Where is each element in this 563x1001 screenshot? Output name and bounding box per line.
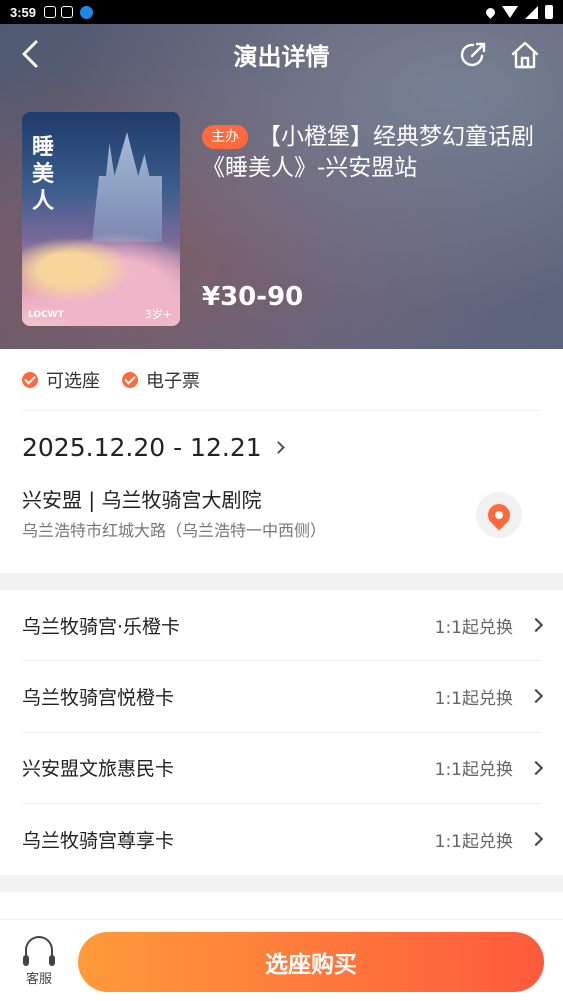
feature-item: 可选座 <box>22 367 100 393</box>
chevron-right-icon <box>528 832 544 847</box>
status-time: 3:59 <box>10 4 37 20</box>
price-range: ¥30-90 <box>202 282 304 312</box>
check-icon <box>22 372 38 388</box>
download-icon <box>80 5 94 19</box>
battery-icon <box>545 5 553 19</box>
card-name: 乌兰牧骑宫·乐橙卡 <box>22 615 181 638</box>
feature-list: 可选座 电子票 <box>22 367 200 393</box>
hero-header: 演出详情 睡美人 LOCWT 3岁+ 【小橙堡】经典梦幻童话剧《睡美人》-兴安盟… <box>0 24 563 349</box>
card-name: 兴安盟文旅惠民卡 <box>22 758 175 781</box>
card-exchange: 1:1起兑换 <box>434 760 513 781</box>
shield-notification-icon <box>44 6 57 18</box>
select-seat-buy-button[interactable]: 选座购买 <box>78 932 544 992</box>
signal-icon <box>525 5 538 19</box>
status-indicators <box>484 5 553 19</box>
poster-title: 睡美人 <box>32 134 55 214</box>
status-bar: 3:59 <box>0 0 563 24</box>
home-icon[interactable] <box>510 40 540 70</box>
show-poster[interactable]: 睡美人 LOCWT 3岁+ <box>22 112 180 326</box>
card-exchange: 1:1起兑换 <box>434 617 513 638</box>
list-item[interactable]: 乌兰牧骑宫悦橙卡 1:1起兑换 <box>22 661 544 733</box>
check-icon <box>122 372 138 388</box>
bottom-action-bar: 客服 选座购买 <box>0 919 563 1001</box>
feature-item: 电子票 <box>122 367 200 393</box>
card-name: 乌兰牧骑宫尊享卡 <box>22 829 175 852</box>
feature-label: 电子票 <box>146 371 200 392</box>
list-item[interactable]: 乌兰牧骑宫·乐橙卡 1:1起兑换 <box>22 590 544 662</box>
wifi-icon <box>502 6 518 18</box>
show-info-card: 可选座 电子票 2025.12.20 - 12.21 兴安盟 | 乌兰牧骑宫大剧… <box>0 349 563 573</box>
divider <box>22 410 540 411</box>
feature-label: 可选座 <box>46 371 100 392</box>
customer-service-icon <box>23 936 55 966</box>
venue-name[interactable]: 兴安盟 | 乌兰牧骑宫大剧院 <box>22 484 261 513</box>
show-title: 【小橙堡】经典梦幻童话剧《睡美人》-兴安盟站 <box>202 124 534 181</box>
show-date: 2025.12.20 - 12.21 <box>22 433 262 462</box>
poster-brand: LOCWT <box>28 310 64 320</box>
chevron-right-icon <box>271 441 285 454</box>
nav-bar: 演出详情 <box>0 24 563 84</box>
shield-notification-icon <box>61 6 74 18</box>
list-item[interactable]: 乌兰牧骑宫尊享卡 1:1起兑换 <box>22 804 544 875</box>
date-selector[interactable]: 2025.12.20 - 12.21 <box>22 433 285 462</box>
venue-address: 乌兰浩特市红城大路（乌兰浩特一中西侧） <box>22 521 327 540</box>
back-icon[interactable] <box>18 39 44 69</box>
membership-card-list: 乌兰牧骑宫·乐橙卡 1:1起兑换 乌兰牧骑宫悦橙卡 1:1起兑换 兴安盟文旅惠民… <box>0 590 563 875</box>
card-exchange: 1:1起兑换 <box>434 831 513 852</box>
organizer-badge: 主办 <box>202 125 248 149</box>
customer-service-button[interactable]: 客服 <box>18 936 60 988</box>
poster-castle <box>92 132 162 242</box>
customer-service-label: 客服 <box>25 972 52 987</box>
list-item[interactable]: 兴安盟文旅惠民卡 1:1起兑换 <box>22 733 544 804</box>
share-icon[interactable] <box>458 40 488 70</box>
chevron-right-icon <box>528 689 544 704</box>
card-name: 乌兰牧骑宫悦橙卡 <box>22 686 175 709</box>
poster-age: 3岁+ <box>144 308 172 321</box>
card-exchange: 1:1起兑换 <box>434 688 513 709</box>
chevron-right-icon <box>528 618 544 633</box>
map-button[interactable] <box>476 492 522 538</box>
location-icon <box>484 5 497 19</box>
chevron-right-icon <box>528 760 544 775</box>
map-pin-icon <box>483 499 515 531</box>
